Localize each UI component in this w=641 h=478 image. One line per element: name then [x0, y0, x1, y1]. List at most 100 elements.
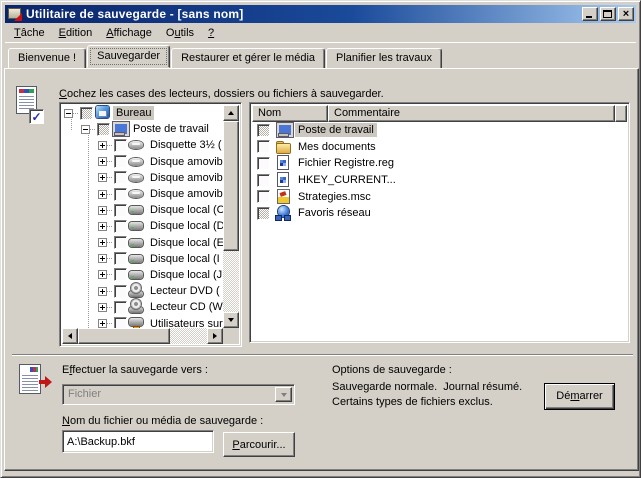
- tree-item[interactable]: Disque local (C: [62, 202, 223, 218]
- tree-connector: [107, 145, 112, 146]
- item-checkbox[interactable]: [257, 157, 270, 170]
- tree-item[interactable]: Poste de travail: [62, 121, 223, 137]
- scroll-right-button[interactable]: [207, 328, 223, 344]
- expander-icon[interactable]: [64, 109, 73, 118]
- tree-connector: [107, 274, 112, 275]
- column-header[interactable]: Commentaire: [328, 105, 615, 122]
- expander-icon[interactable]: [98, 319, 107, 328]
- item-checkbox[interactable]: [257, 190, 270, 203]
- expander-icon[interactable]: [98, 254, 107, 263]
- menu-item[interactable]: Edition: [52, 25, 100, 41]
- destination-combobox: Fichier: [62, 384, 295, 405]
- list-item[interactable]: HKEY_CURRENT...: [252, 172, 627, 189]
- tree-item[interactable]: Disque local (I: [62, 251, 223, 267]
- tree-connector: [107, 194, 112, 195]
- list-item[interactable]: Mes documents: [252, 139, 627, 156]
- start-backup-button[interactable]: Démarrer: [544, 383, 615, 410]
- scroll-down-button[interactable]: [223, 312, 239, 328]
- tree-item[interactable]: Disque local (E: [62, 235, 223, 251]
- minimize-icon: [586, 16, 592, 18]
- scroll-left-button[interactable]: [62, 328, 78, 344]
- scrollbar-thumb[interactable]: [78, 328, 170, 344]
- backup-detail-list: Nom Commentaire Poste de travail: [249, 102, 630, 343]
- tree-item[interactable]: Disque local (J: [62, 267, 223, 283]
- tree-item[interactable]: Disque amovib: [62, 170, 223, 186]
- scroll-up-button[interactable]: [223, 105, 239, 121]
- item-checkbox[interactable]: [114, 204, 127, 217]
- expander-icon[interactable]: [98, 222, 107, 231]
- tab[interactable]: Bienvenue !: [8, 48, 86, 68]
- column-header[interactable]: Nom: [252, 105, 328, 122]
- expander-icon[interactable]: [98, 287, 107, 296]
- item-icon: [129, 218, 145, 234]
- item-checkbox[interactable]: [114, 139, 127, 152]
- tree-item[interactable]: Lecteur DVD (: [62, 283, 223, 299]
- expander-icon[interactable]: [98, 206, 107, 215]
- item-checkbox[interactable]: [257, 124, 270, 137]
- tree-vertical-scrollbar[interactable]: [223, 105, 239, 328]
- item-icon: [276, 155, 292, 171]
- expander-icon[interactable]: [98, 238, 107, 247]
- backup-tab-page: ✓ Cochez les cases des lecteurs, dossier…: [4, 68, 639, 471]
- expander-icon[interactable]: [98, 303, 107, 312]
- tree-connector: [107, 242, 112, 243]
- item-label: Disque amovib: [147, 171, 223, 185]
- tree-connector: [73, 113, 78, 114]
- tab[interactable]: Restaurer et gérer le média: [171, 48, 325, 68]
- item-checkbox[interactable]: [114, 188, 127, 201]
- expander-icon[interactable]: [98, 173, 107, 182]
- expander-icon[interactable]: [81, 125, 90, 134]
- item-icon: [276, 172, 292, 188]
- scrollbar-thumb[interactable]: [223, 121, 239, 251]
- minimize-button[interactable]: [582, 7, 598, 21]
- expander-icon[interactable]: [98, 157, 107, 166]
- close-button[interactable]: ×: [618, 7, 634, 21]
- list-item[interactable]: Favoris réseau: [252, 205, 627, 222]
- item-icon: [129, 299, 145, 315]
- browse-button[interactable]: Parcourir...: [223, 432, 295, 457]
- tree-connector: [107, 291, 112, 292]
- item-checkbox[interactable]: [114, 285, 127, 298]
- item-label: Fichier Registre.reg: [295, 156, 397, 170]
- tree-item[interactable]: Utilisateurs sur: [62, 315, 223, 328]
- column-header[interactable]: [615, 105, 627, 122]
- item-checkbox[interactable]: [114, 236, 127, 249]
- item-checkbox[interactable]: [114, 155, 127, 168]
- expander-icon[interactable]: [98, 270, 107, 279]
- destination-value: Fichier: [68, 388, 101, 400]
- item-checkbox[interactable]: [114, 171, 127, 184]
- menu-item[interactable]: Affichage: [99, 25, 159, 41]
- item-checkbox[interactable]: [114, 317, 127, 328]
- tree-horizontal-scrollbar[interactable]: [62, 328, 223, 344]
- expander-icon[interactable]: [98, 141, 107, 150]
- tree-item[interactable]: Disque amovib: [62, 186, 223, 202]
- dropdown-button: [275, 387, 292, 402]
- item-checkbox[interactable]: [114, 268, 127, 281]
- tree-item[interactable]: Lecteur CD (W: [62, 299, 223, 315]
- item-checkbox[interactable]: [114, 220, 127, 233]
- menu-item[interactable]: ?: [201, 25, 221, 41]
- tree-item[interactable]: Disquette 3½ (: [62, 137, 223, 153]
- item-checkbox[interactable]: [114, 301, 127, 314]
- item-checkbox[interactable]: [257, 207, 270, 220]
- scroll-right-icon: [213, 333, 220, 339]
- item-checkbox[interactable]: [257, 140, 270, 153]
- item-checkbox[interactable]: [114, 252, 127, 265]
- item-label: Disque local (I: [147, 252, 223, 266]
- list-item[interactable]: Poste de travail: [252, 122, 627, 139]
- list-item[interactable]: Strategies.msc: [252, 188, 627, 205]
- backup-file-input[interactable]: [62, 430, 214, 453]
- tree-item[interactable]: Disque amovib: [62, 154, 223, 170]
- menu-item[interactable]: Outils: [159, 25, 201, 41]
- maximize-button[interactable]: [600, 7, 616, 21]
- tab[interactable]: Sauvegarder: [87, 45, 170, 68]
- tree-item[interactable]: Bureau: [62, 105, 223, 121]
- list-item[interactable]: Fichier Registre.reg: [252, 155, 627, 172]
- item-checkbox[interactable]: [257, 174, 270, 187]
- item-checkbox[interactable]: [97, 123, 110, 136]
- tree-item[interactable]: Disque local (D: [62, 218, 223, 234]
- menu-item[interactable]: Tâche: [7, 25, 52, 41]
- expander-icon[interactable]: [98, 190, 107, 199]
- item-checkbox[interactable]: [80, 107, 93, 120]
- tab[interactable]: Planifier les travaux: [326, 48, 442, 68]
